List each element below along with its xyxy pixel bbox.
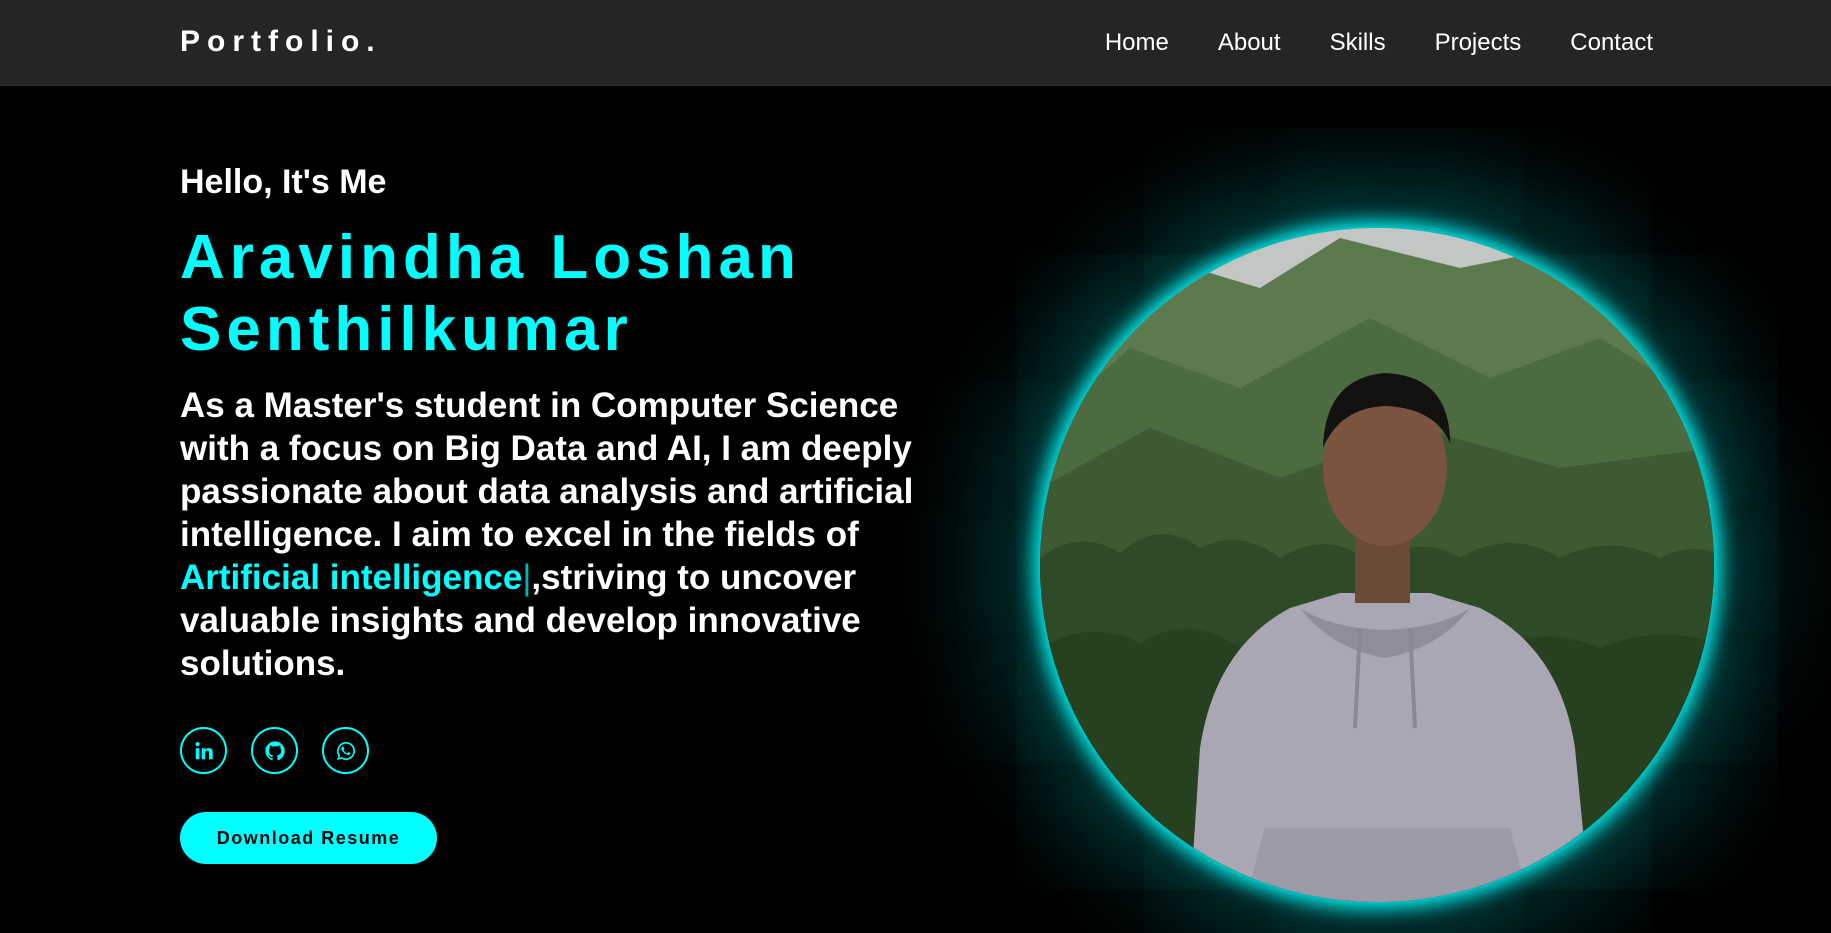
profile-photo: [1040, 228, 1714, 902]
hero-intro: Hello, It's Me Aravindha Loshan Senthilk…: [180, 160, 960, 864]
navbar: Portfolio. Home About Skills Projects Co…: [0, 0, 1831, 86]
nav-links: Home About Skills Projects Contact: [1105, 28, 1653, 58]
github-icon: [264, 740, 285, 760]
github-button[interactable]: [251, 727, 298, 774]
download-resume-button[interactable]: Download Resume: [180, 812, 437, 864]
name-second-line: Senthilkumar: [180, 295, 633, 364]
profile-photo-illustration: [1040, 228, 1714, 902]
nav-link-skills[interactable]: Skills: [1330, 28, 1386, 58]
name-first-line: Aravindha Loshan: [180, 223, 801, 292]
linkedin-icon: [194, 741, 213, 759]
description-text: As a Master's student in Computer Scienc…: [180, 386, 914, 554]
linkedin-button[interactable]: [180, 727, 227, 774]
hero-name: Aravindha Loshan Senthilkumar: [180, 222, 960, 366]
nav-link-home[interactable]: Home: [1105, 28, 1169, 58]
typed-highlight: Artificial intelligence: [180, 558, 523, 597]
nav-link-contact[interactable]: Contact: [1570, 28, 1653, 58]
whatsapp-button[interactable]: [322, 727, 369, 774]
greeting: Hello, It's Me: [180, 163, 387, 201]
whatsapp-icon: [336, 741, 355, 760]
site-logo[interactable]: Portfolio.: [180, 24, 382, 60]
nav-link-about[interactable]: About: [1218, 28, 1281, 58]
nav-link-projects[interactable]: Projects: [1435, 28, 1522, 58]
social-links: [180, 727, 960, 774]
hero-description: As a Master's student in Computer Scienc…: [180, 384, 940, 685]
